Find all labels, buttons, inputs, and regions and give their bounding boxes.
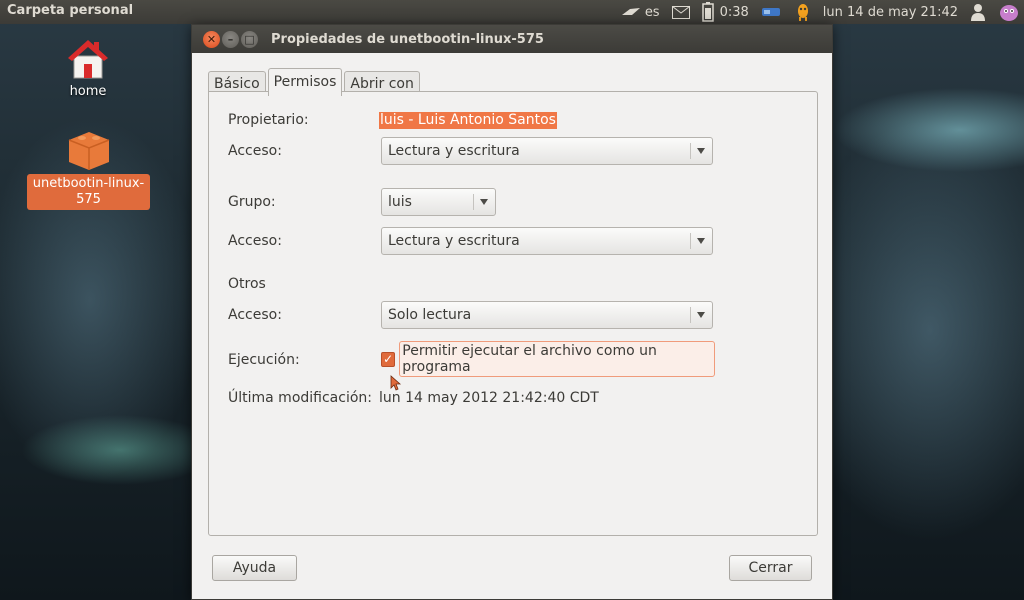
package-icon <box>68 132 109 170</box>
execute-checkbox-row[interactable]: ✓ Permitir ejecutar el archivo como un p… <box>381 341 715 377</box>
group-access-combo[interactable]: Lectura y escritura <box>381 227 713 255</box>
pidgin-icon <box>1000 5 1018 21</box>
desktop-icon-unetbootin[interactable]: unetbootin-linux-575 <box>27 128 150 210</box>
mascot-icon <box>797 4 808 21</box>
tab-permisos[interactable]: Permisos <box>267 68 343 96</box>
help-button[interactable]: Ayuda <box>212 555 297 581</box>
messaging-indicator[interactable] <box>666 0 696 24</box>
chevron-down-icon <box>697 312 705 318</box>
others-access-label: Acceso: <box>228 307 282 323</box>
close-window-icon[interactable]: ✕ <box>203 30 220 48</box>
dialog-title: Propiedades de unetbootin-linux-575 <box>271 31 544 47</box>
mouse-cursor-icon <box>390 375 402 391</box>
clock-text: lun 14 de may 21:42 <box>822 4 958 20</box>
desktop-icon-label: unetbootin-linux-575 <box>27 174 150 210</box>
mail-icon <box>671 5 690 19</box>
user-indicator[interactable] <box>964 0 992 24</box>
battery-indicator[interactable]: 0:38 <box>696 0 755 24</box>
combo-separator <box>690 143 691 159</box>
combo-separator <box>690 233 691 249</box>
others-heading: Otros <box>228 276 266 292</box>
chevron-down-icon <box>697 148 705 154</box>
owner-access-combo[interactable]: Lectura y escritura <box>381 137 713 165</box>
network-icon <box>621 8 640 15</box>
active-app-title: Carpeta personal <box>7 3 134 18</box>
others-access-combo[interactable]: Solo lectura <box>381 301 713 329</box>
user-icon <box>971 4 985 21</box>
group-access-label: Acceso: <box>228 233 282 249</box>
close-button[interactable]: Cerrar <box>729 555 812 581</box>
owner-access-value: Lectura y escritura <box>388 143 520 159</box>
minimize-window-icon[interactable]: – <box>222 30 239 48</box>
clock[interactable]: lun 14 de may 21:42 <box>817 0 964 24</box>
execute-checkbox-label[interactable]: Permitir ejecutar el archivo como un pro… <box>399 341 715 377</box>
group-label: Grupo: <box>228 194 276 210</box>
last-modified-label: Última modificación: <box>228 390 372 406</box>
owner-value: luis - Luis Antonio Santos <box>379 112 557 129</box>
network-indicator[interactable]: es <box>614 0 666 24</box>
group-combo[interactable]: luis <box>381 188 496 216</box>
maximize-window-icon[interactable]: □ <box>241 30 258 48</box>
owner-access-label: Acceso: <box>228 143 282 159</box>
session-indicator[interactable] <box>992 0 1024 24</box>
dialog-titlebar[interactable]: ✕ – □ Propiedades de unetbootin-linux-57… <box>192 25 832 53</box>
combo-separator <box>690 307 691 323</box>
chevron-down-icon <box>480 199 488 205</box>
gwibber-indicator[interactable] <box>789 0 817 24</box>
battery-icon <box>701 2 714 22</box>
desktop-icon-home[interactable]: home <box>60 36 116 100</box>
desktop-icon-label: home <box>69 84 107 99</box>
others-access-value: Solo lectura <box>388 307 472 323</box>
home-icon <box>68 40 108 79</box>
usb-drive-icon <box>761 8 780 16</box>
execute-checkbox[interactable]: ✓ <box>381 351 396 367</box>
owner-label: Propietario: <box>228 112 309 128</box>
properties-dialog: ✕ – □ Propiedades de unetbootin-linux-57… <box>191 24 833 600</box>
group-value: luis <box>388 194 412 210</box>
last-modified-value: lun 14 may 2012 21:42:40 CDT <box>379 390 599 406</box>
keyboard-layout[interactable]: es <box>645 5 660 20</box>
group-access-value: Lectura y escritura <box>388 233 520 249</box>
top-panel: Carpeta personal es 0:38 lun 14 de may 2… <box>0 0 1024 24</box>
combo-separator <box>473 194 474 210</box>
battery-time: 0:38 <box>719 4 749 20</box>
bluetooth-indicator[interactable] <box>755 0 789 24</box>
indicator-area: es 0:38 lun 14 de may 21:42 <box>614 0 1024 24</box>
chevron-down-icon <box>697 238 705 244</box>
execution-label: Ejecución: <box>228 352 300 368</box>
